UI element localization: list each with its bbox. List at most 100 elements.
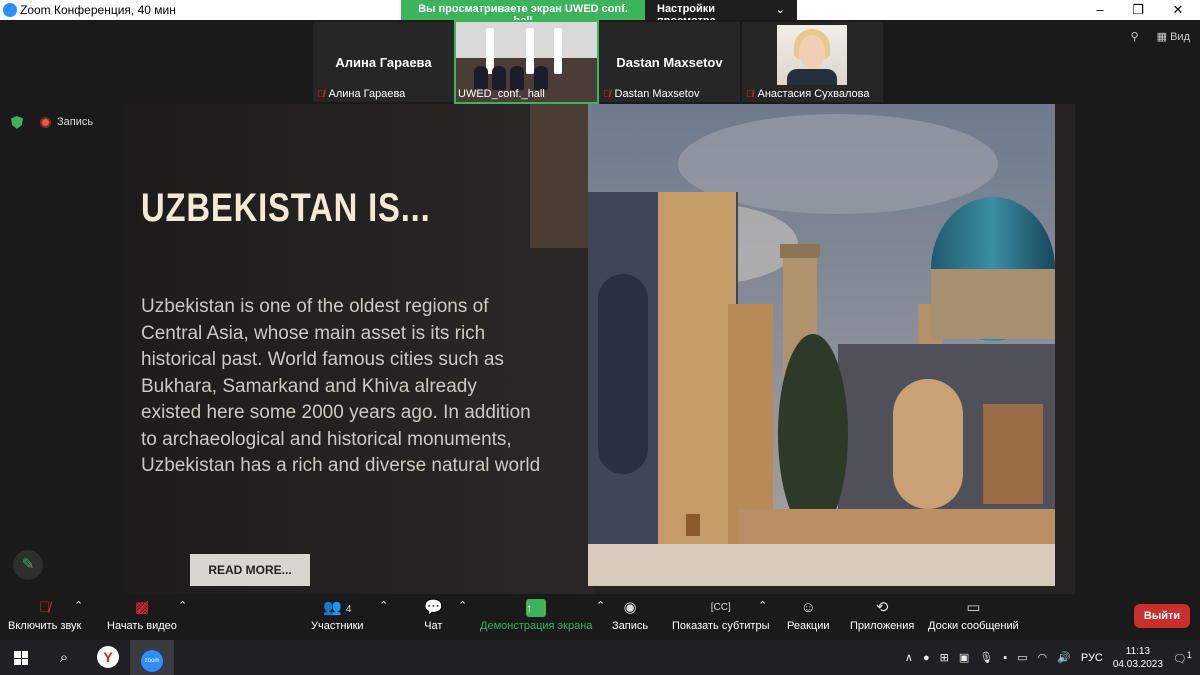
- tray-grid-icon[interactable]: ⊞: [940, 651, 949, 664]
- wifi-icon[interactable]: ◠: [1038, 651, 1048, 664]
- tray-app-icon[interactable]: ▪: [1003, 652, 1007, 664]
- title-bar: Zoom Конференция, 40 мин Вы просматривае…: [0, 0, 1200, 27]
- microphone-icon[interactable]: 🎙: [979, 651, 993, 664]
- language-indicator[interactable]: РУС: [1081, 652, 1103, 664]
- chat-label: Чат: [424, 620, 443, 632]
- mic-muted-icon: 🎙̸: [39, 599, 51, 616]
- participant-display-name: Dastan Maxsetov: [616, 55, 723, 70]
- captions-button[interactable]: [CC] Показать субтитры: [672, 599, 770, 632]
- share-screen-label: Демонстрация экрана: [480, 620, 593, 632]
- start-video-label: Начать видео: [107, 620, 177, 632]
- battery-icon[interactable]: ▭: [1017, 651, 1027, 664]
- chevron-up-icon[interactable]: ∧: [905, 651, 913, 664]
- participant-label: Dastan Maxsetov: [614, 88, 700, 100]
- share-banner: Вы просматриваете экран UWED conf. hall …: [401, 0, 797, 27]
- whiteboard-icon: ▭: [966, 599, 981, 616]
- participant-video: [777, 25, 847, 85]
- mic-off-icon: 🎙̸: [746, 88, 754, 100]
- slide-body-text: Uzbekistan is one of the oldest regions …: [141, 296, 541, 476]
- record-dot-icon: [40, 116, 51, 128]
- participant-tile[interactable]: Алина Гараева 🎙̸ Алина Гараева: [313, 22, 454, 102]
- participants-icon: 👥 4: [323, 599, 352, 616]
- close-button[interactable]: ✕: [1158, 0, 1198, 20]
- participant-label: Алина Гараева: [328, 88, 406, 100]
- audio-options-caret-icon[interactable]: ⌃: [74, 599, 83, 612]
- yandex-browser-icon[interactable]: Y: [86, 640, 130, 675]
- apps-label: Приложения: [850, 620, 915, 632]
- chat-icon: 💬: [424, 599, 443, 616]
- apps-button[interactable]: ⟲ Приложения: [850, 599, 914, 632]
- whiteboards-label: Доски сообщений: [928, 620, 1019, 632]
- share-message: Вы просматриваете экран UWED conf. hall: [401, 0, 645, 27]
- tray-app-icon[interactable]: ●: [923, 652, 930, 664]
- window-title: Zoom Конференция, 40 мин: [20, 3, 176, 17]
- unmute-label: Включить звук: [8, 620, 82, 632]
- participants-count: 4: [345, 604, 352, 615]
- clock[interactable]: 11:13 04.03.2023: [1113, 645, 1163, 671]
- participant-strip: Алина Гараева 🎙̸ Алина Гараева UWED_conf.…: [313, 20, 883, 104]
- share-screen-button[interactable]: ↑ Демонстрация экрана: [480, 599, 592, 632]
- tray-app-icon[interactable]: ▣: [959, 651, 969, 664]
- captions-label: Показать субтитры: [672, 620, 770, 632]
- notifications-icon[interactable]: 🗨1: [1173, 650, 1192, 666]
- zoom-taskbar-icon[interactable]: zoom: [130, 640, 174, 675]
- mic-off-icon: 🎙̸: [317, 88, 325, 100]
- chat-button[interactable]: 💬 Чат: [424, 599, 443, 632]
- participant-tile[interactable]: 🎙̸ Анастасия Сухвалова: [742, 22, 883, 102]
- whiteboards-button[interactable]: ▭ Доски сообщений: [928, 599, 1019, 632]
- clock-time: 11:13: [1125, 645, 1151, 657]
- share-screen-icon: ↑: [526, 599, 547, 617]
- participants-button[interactable]: 👥 4 Участники: [311, 599, 364, 632]
- record-button[interactable]: ◉ Запись: [612, 599, 648, 632]
- search-icon[interactable]: ⌕: [42, 640, 86, 675]
- zoom-logo-icon: [3, 3, 17, 17]
- apps-icon: ⟲: [875, 599, 889, 616]
- participant-tile[interactable]: Dastan Maxsetov 🎙̸ Dastan Maxsetov: [599, 22, 740, 102]
- minimize-button[interactable]: –: [1080, 0, 1120, 20]
- meeting-stage: Алина Гараева 🎙̸ Алина Гараева UWED_conf.…: [0, 20, 1200, 595]
- start-video-button[interactable]: ▩̸ Начать видео: [107, 599, 177, 632]
- shared-slide: UZBEKISTAN IS... Uzbekistan is one of th…: [124, 104, 1075, 594]
- security-shield-icon[interactable]: [11, 116, 23, 129]
- smiley-icon: ☺: [800, 599, 816, 616]
- notifications-count: 1: [1186, 649, 1192, 660]
- volume-icon[interactable]: 🔊: [1057, 651, 1071, 664]
- windows-logo-icon: [14, 651, 28, 665]
- system-tray: ∧ ● ⊞ ▣ 🎙 ▪ ▭ ◠ 🔊 РУС 11:13 04.03.2023 🗨1: [905, 640, 1200, 675]
- view-options-label: Настройки просмотра: [657, 3, 716, 27]
- view-options-button[interactable]: Настройки просмотра ⌄: [645, 0, 797, 27]
- slide-headline: UZBEKISTAN IS...: [141, 186, 431, 230]
- recording-indicator[interactable]: Запись: [40, 116, 93, 128]
- read-more-button: READ MORE...: [190, 554, 310, 586]
- annotate-pencil-icon[interactable]: ✎: [13, 550, 43, 580]
- clock-date: 04.03.2023: [1112, 658, 1163, 670]
- chat-caret-icon[interactable]: ⌃: [458, 599, 467, 612]
- reactions-button[interactable]: ☺ Реакции: [787, 599, 830, 632]
- top-right-controls: ⚲ ▦ Вид: [1131, 30, 1190, 43]
- view-label: Вид: [1170, 31, 1190, 43]
- participant-display-name: Алина Гараева: [335, 55, 432, 70]
- start-button[interactable]: [0, 640, 44, 675]
- samarkand-mausoleum-photo: [588, 104, 1055, 586]
- leave-button[interactable]: Выйти: [1134, 604, 1190, 628]
- participant-label: UWED_conf._hall: [458, 88, 545, 100]
- video-off-icon: ▩̸: [134, 599, 150, 616]
- share-caret-icon[interactable]: ⌃: [596, 599, 605, 612]
- unmute-button[interactable]: 🎙̸ Включить звук: [8, 599, 81, 632]
- zoom-window: Zoom Конференция, 40 мин Вы просматривае…: [0, 0, 1200, 675]
- hide-self-icon[interactable]: ⚲: [1131, 30, 1139, 43]
- view-button[interactable]: ▦ Вид: [1157, 30, 1190, 43]
- restore-button[interactable]: ❐: [1118, 0, 1158, 20]
- participant-tile-active[interactable]: UWED_conf._hall: [454, 20, 599, 104]
- captions-caret-icon[interactable]: ⌃: [758, 599, 767, 612]
- mic-off-icon: 🎙̸: [603, 88, 611, 100]
- meeting-toolbar: 🎙̸ Включить звук ⌃ ▩̸ Начать видео ⌃ 👥 4…: [0, 595, 1200, 640]
- reactions-label: Реакции: [787, 620, 830, 632]
- chevron-down-icon: ⌄: [775, 4, 785, 16]
- recording-label: Запись: [57, 116, 94, 128]
- video-options-caret-icon[interactable]: ⌃: [178, 599, 187, 612]
- participants-caret-icon[interactable]: ⌃: [379, 599, 388, 612]
- record-label: Запись: [612, 620, 649, 632]
- participants-label: Участники: [311, 620, 364, 632]
- participant-label: Анастасия Сухвалова: [757, 88, 870, 100]
